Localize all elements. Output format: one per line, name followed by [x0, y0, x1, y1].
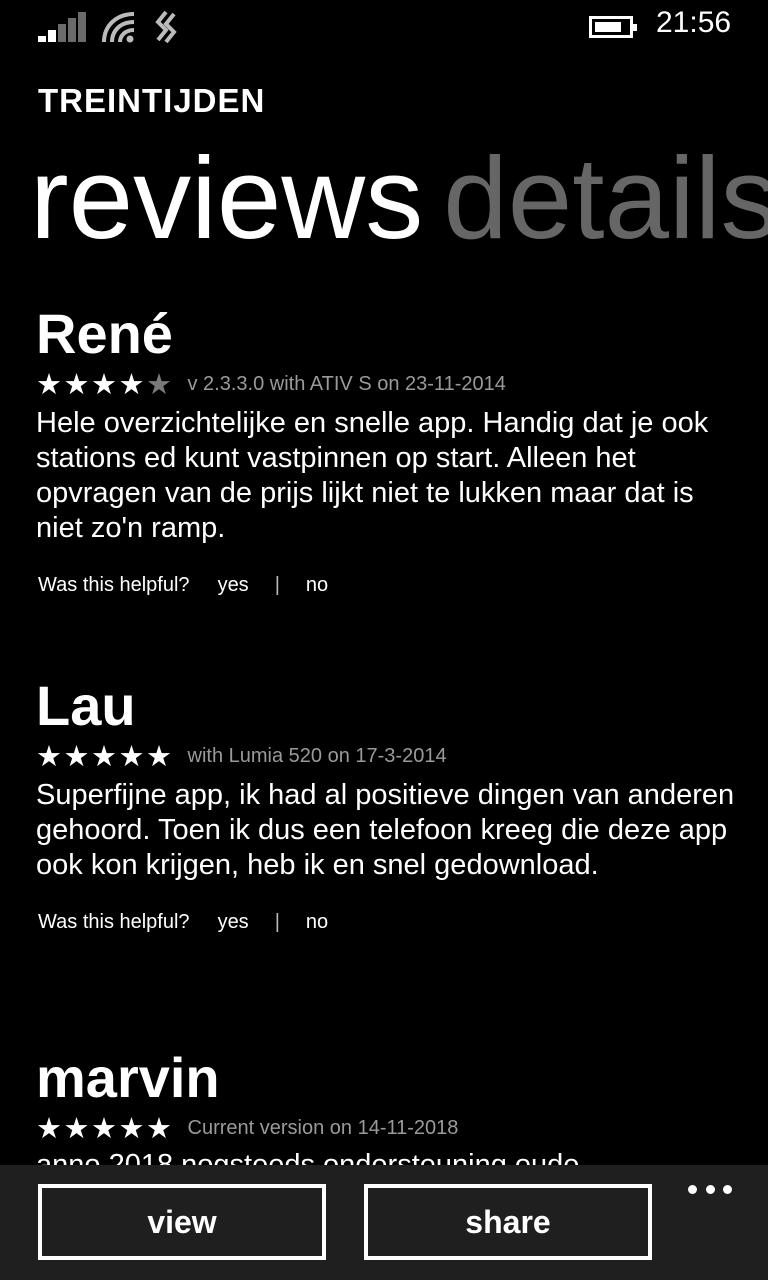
- data-connection-icon: [155, 10, 177, 44]
- reviewer-name: Lau: [36, 674, 136, 737]
- wifi-icon: [102, 12, 135, 43]
- helpful-question: Was this helpful?: [38, 911, 190, 933]
- star-icon: ★: [91, 1111, 117, 1145]
- pivot-tab-details[interactable]: details: [443, 133, 768, 263]
- star-icon: ★: [91, 739, 117, 773]
- app-bar: view share: [0, 1165, 768, 1280]
- helpful-separator: |: [274, 574, 280, 596]
- pivot-tab-reviews[interactable]: reviews: [30, 133, 423, 263]
- helpful-yes-link[interactable]: yes: [218, 911, 249, 934]
- clock: 21:56: [656, 6, 732, 39]
- star-rating: ★ ★ ★ ★ ★: [36, 1113, 174, 1143]
- star-icon: ★: [36, 367, 62, 401]
- status-bar: 21:56: [0, 0, 768, 60]
- star-icon: ★: [91, 367, 117, 401]
- reviewer-name: marvin: [36, 1046, 220, 1109]
- star-icon: ★: [36, 739, 62, 773]
- review-meta: Current version on 14-11-2018: [187, 1116, 459, 1139]
- helpful-separator: |: [274, 911, 280, 933]
- star-icon: ★: [118, 367, 145, 401]
- star-icon: ★: [118, 739, 145, 773]
- share-button[interactable]: share: [364, 1184, 652, 1260]
- helpful-no-link[interactable]: no: [306, 911, 328, 934]
- review-body: Hele overzichtelijke en snelle app. Hand…: [36, 407, 709, 544]
- helpful-prompt: Was this helpful? yes | no: [36, 574, 756, 597]
- helpful-yes-link[interactable]: yes: [218, 574, 249, 597]
- star-icon: ★: [146, 739, 172, 773]
- review-meta: v 2.3.3.0 with ATIV S on 23-11-2014: [187, 372, 506, 395]
- pivot-header: reviews details: [30, 137, 768, 260]
- helpful-no-link[interactable]: no: [306, 574, 328, 597]
- star-icon: ★: [36, 1111, 62, 1145]
- star-icon: ★: [146, 367, 172, 401]
- review-body: Superfijne app, ik had al positieve ding…: [36, 779, 735, 881]
- helpful-prompt: Was this helpful? yes | no: [36, 911, 756, 934]
- star-icon: ★: [118, 1111, 145, 1145]
- star-rating: ★ ★ ★ ★ ★: [36, 741, 174, 771]
- view-button[interactable]: view: [38, 1184, 326, 1260]
- star-icon: ★: [63, 367, 90, 401]
- review-item: marvin ★ ★ ★ ★ ★ Current version on 14-11-20…: [36, 1046, 756, 1144]
- star-icon: ★: [146, 1111, 172, 1145]
- signal-strength-icon: [38, 12, 86, 42]
- star-rating: ★ ★ ★ ★ ★: [36, 369, 174, 399]
- review-item: Lau ★ ★ ★ ★ ★ with Lumia 520 on 17-3-2014 Su…: [36, 674, 756, 934]
- star-icon: ★: [63, 1111, 90, 1145]
- more-ellipsis-icon[interactable]: [688, 1185, 732, 1195]
- review-item: René ★ ★ ★ ★ ★ v 2.3.3.0 with ATIV S on 23-1…: [36, 302, 756, 597]
- helpful-question: Was this helpful?: [38, 574, 190, 596]
- star-icon: ★: [63, 739, 90, 773]
- battery-icon: [589, 16, 637, 38]
- review-meta: with Lumia 520 on 17-3-2014: [187, 744, 447, 767]
- app-title: TREINTIJDEN: [38, 82, 266, 119]
- reviewer-name: René: [36, 302, 173, 365]
